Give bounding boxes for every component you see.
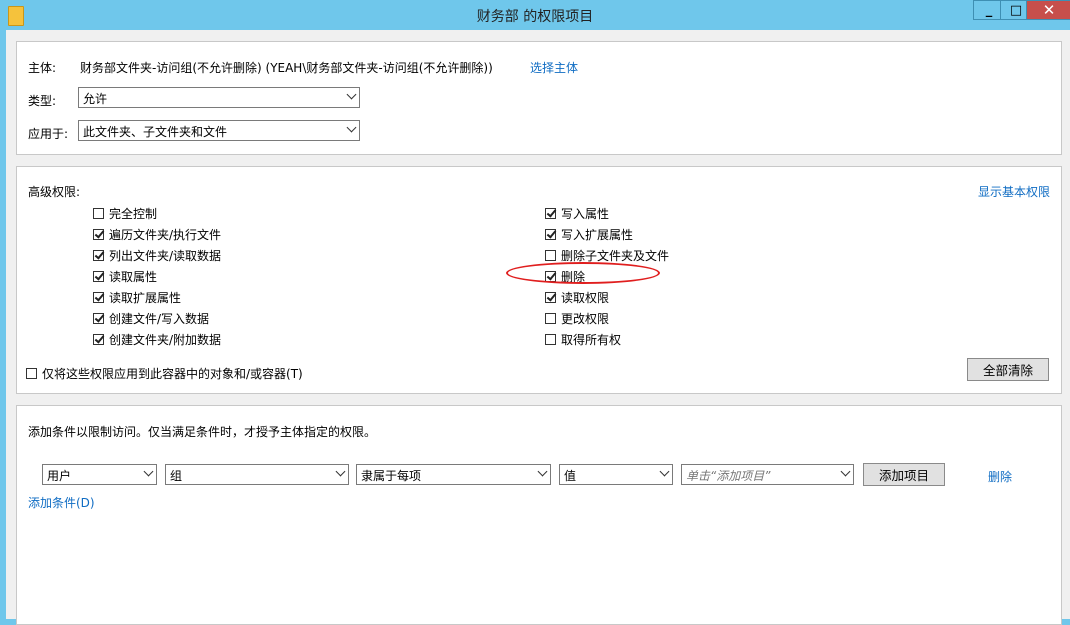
right-permission-row[interactable]: 读取权限 (545, 288, 609, 306)
left-permission-row[interactable]: 读取扩展属性 (93, 288, 181, 306)
left-permission-label: 完全控制 (109, 206, 158, 221)
left-permission-label: 读取属性 (109, 269, 158, 284)
type-label: 类型: (28, 94, 57, 108)
chevron-down-icon (143, 466, 154, 477)
chevron-down-icon (335, 466, 346, 477)
right-permission-label: 读取权限 (561, 290, 610, 305)
add-condition-link[interactable]: 添加条件(D) (28, 494, 95, 511)
left-permission-checkbox[interactable] (93, 291, 104, 303)
dialog-body: 主体: 财务部文件夹-访问组(不允许删除) (YEAH\财务部文件夹-访问组(不… (6, 30, 1070, 625)
left-permission-label: 创建文件夹/附加数据 (109, 332, 222, 347)
right-permission-label: 写入扩展属性 (561, 227, 634, 242)
right-permission-row[interactable]: 取得所有权 (545, 330, 621, 348)
right-permission-checkbox[interactable] (545, 228, 556, 240)
right-permission-label: 删除子文件夹及文件 (561, 248, 670, 263)
left-permission-checkbox[interactable] (93, 312, 104, 324)
right-permission-checkbox[interactable] (545, 249, 556, 261)
type-select[interactable]: 允许 (78, 87, 360, 108)
condition-attribute-select[interactable]: 组 (165, 464, 349, 485)
conditions-description: 添加条件以限制访问。仅当满足条件时，才授予主体指定的权限。 (28, 425, 377, 439)
left-permission-label: 列出文件夹/读取数据 (109, 248, 222, 263)
right-permission-row[interactable]: 更改权限 (545, 309, 609, 327)
left-permission-label: 遍历文件夹/执行文件 (109, 227, 222, 242)
clear-all-button[interactable]: 全部清除 (967, 358, 1049, 381)
left-permission-label: 读取扩展属性 (109, 290, 182, 305)
select-principal-link[interactable]: 选择主体 (530, 59, 578, 76)
left-permission-row[interactable]: 读取属性 (93, 267, 157, 285)
apply-only-checkbox-row[interactable]: 仅将这些权限应用到此容器中的对象和/或容器(T) (26, 364, 303, 382)
condition-class-value: 用户 (47, 469, 72, 483)
applies-to-label: 应用于: (28, 127, 69, 141)
right-permission-label: 写入属性 (561, 206, 610, 221)
condition-attribute-value: 组 (170, 469, 183, 483)
conditions-group: 添加条件以限制访问。仅当满足条件时，才授予主体指定的权限。 用户 组 隶属于每项… (16, 405, 1062, 625)
chevron-down-icon (346, 122, 357, 133)
window-title: 财务部 的权限项目 (476, 9, 594, 25)
right-permission-checkbox[interactable] (545, 333, 556, 345)
right-permission-checkbox[interactable] (545, 207, 556, 219)
left-permission-row[interactable]: 遍历文件夹/执行文件 (93, 225, 221, 243)
advanced-permissions-label: 高级权限: (28, 185, 81, 199)
principal-group: 主体: 财务部文件夹-访问组(不允许删除) (YEAH\财务部文件夹-访问组(不… (16, 41, 1062, 155)
highlight-annotation (506, 262, 660, 284)
condition-value-type-value: 值 (564, 469, 577, 483)
left-permission-row[interactable]: 创建文件夹/附加数据 (93, 330, 221, 348)
title-bar: 财务部 的权限项目 _ □ ✕ (0, 0, 1070, 30)
chevron-down-icon (840, 466, 851, 477)
left-permission-row[interactable]: 完全控制 (93, 204, 157, 222)
condition-value-type-select[interactable]: 值 (559, 464, 673, 485)
right-permission-label: 更改权限 (561, 311, 610, 326)
right-permission-row[interactable]: 写入扩展属性 (545, 225, 633, 243)
condition-operator-select[interactable]: 隶属于每项 (356, 464, 551, 485)
right-permission-row[interactable]: 写入属性 (545, 204, 609, 222)
left-permission-checkbox[interactable] (93, 207, 104, 219)
left-permission-checkbox[interactable] (93, 270, 104, 282)
left-permission-label: 创建文件/写入数据 (109, 311, 210, 326)
principal-value: 财务部文件夹-访问组(不允许删除) (YEAH\财务部文件夹-访问组(不允许删除… (80, 61, 493, 75)
condition-value-select[interactable]: 单击“添加项目” (681, 464, 854, 485)
right-permission-checkbox[interactable] (545, 312, 556, 324)
left-permission-checkbox[interactable] (93, 333, 104, 345)
right-permission-label: 取得所有权 (561, 332, 622, 347)
add-item-button[interactable]: 添加项目 (863, 463, 945, 486)
applies-to-select[interactable]: 此文件夹、子文件夹和文件 (78, 120, 360, 141)
left-permission-checkbox[interactable] (93, 249, 104, 261)
applies-to-select-value: 此文件夹、子文件夹和文件 (83, 125, 228, 139)
condition-class-select[interactable]: 用户 (42, 464, 157, 485)
chevron-down-icon (537, 466, 548, 477)
type-select-value: 允许 (83, 92, 108, 106)
condition-value-placeholder: 单击“添加项目” (686, 469, 771, 483)
principal-label: 主体: (28, 61, 57, 75)
right-permission-row[interactable]: 删除子文件夹及文件 (545, 246, 669, 264)
apply-only-label: 仅将这些权限应用到此容器中的对象和/或容器(T) (42, 366, 303, 381)
apply-only-checkbox[interactable] (26, 367, 37, 379)
delete-condition-link[interactable]: 删除 (988, 468, 1012, 485)
left-permission-checkbox[interactable] (93, 228, 104, 240)
condition-operator-value: 隶属于每项 (361, 469, 422, 483)
chevron-down-icon (659, 466, 670, 477)
show-basic-permissions-link[interactable]: 显示基本权限 (978, 183, 1050, 200)
right-permission-checkbox[interactable] (545, 291, 556, 303)
left-permission-row[interactable]: 列出文件夹/读取数据 (93, 246, 221, 264)
left-permission-row[interactable]: 创建文件/写入数据 (93, 309, 209, 327)
chevron-down-icon (346, 89, 357, 100)
close-button[interactable]: ✕ (1026, 0, 1070, 20)
